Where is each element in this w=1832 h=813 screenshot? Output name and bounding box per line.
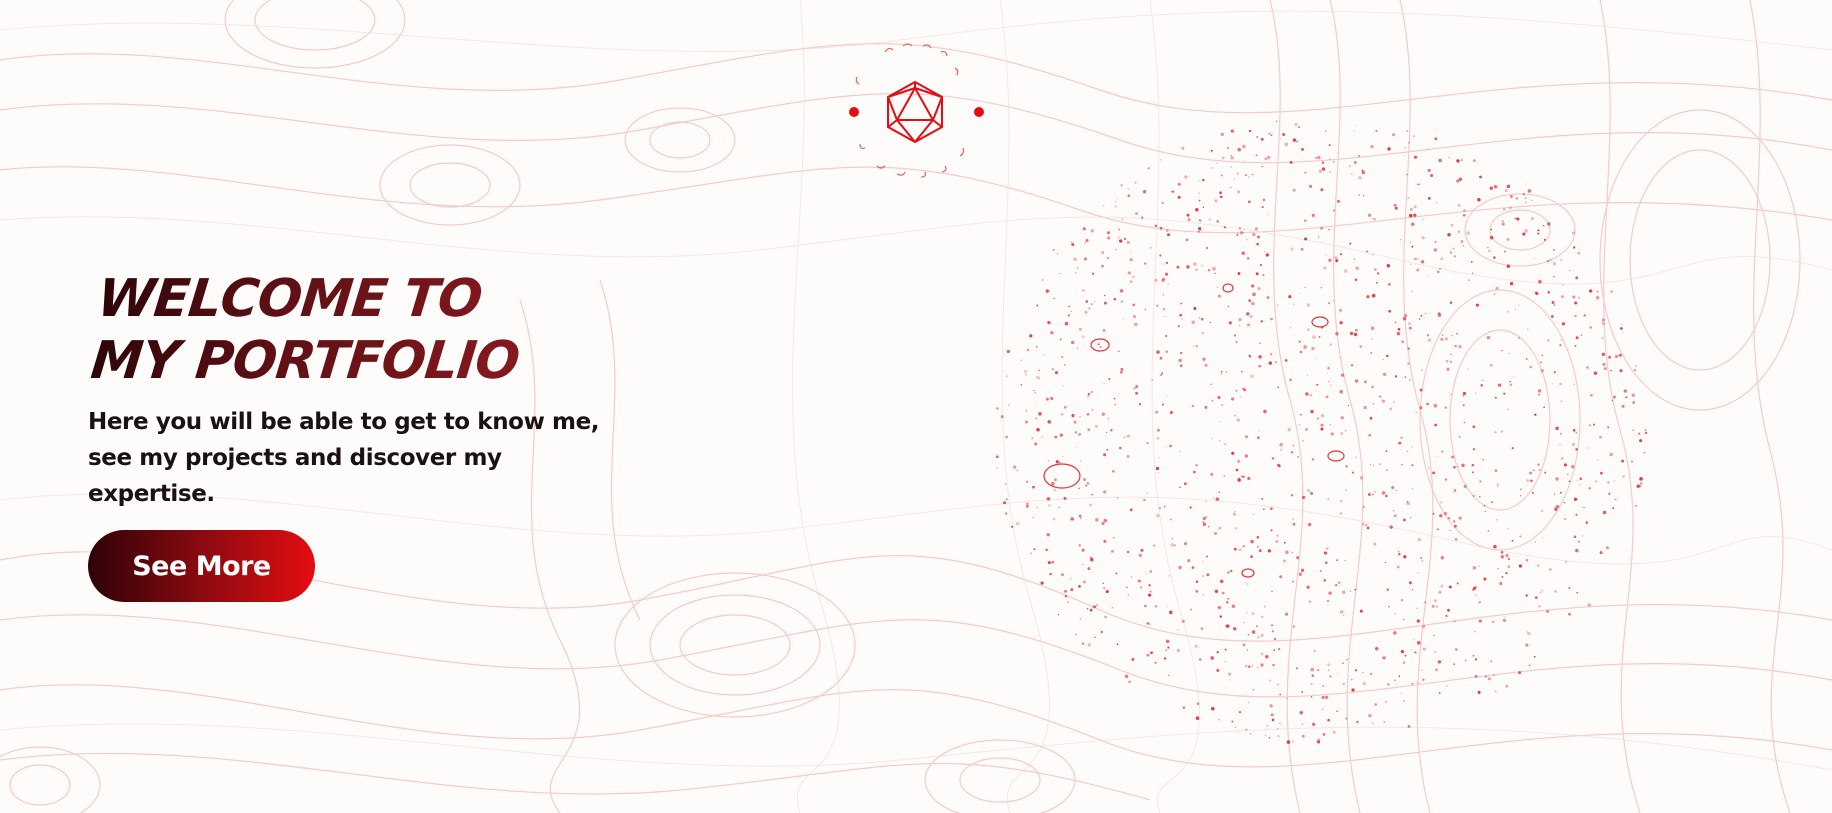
logo-dot-left	[849, 107, 859, 117]
hero-subtitle: Here you will be able to get to know me,…	[88, 409, 600, 507]
hero-title: Welcome to my portfolio	[88, 268, 561, 392]
logo-ring	[855, 43, 965, 178]
see-more-button[interactable]: See More	[88, 530, 315, 602]
icosahedron-logo[interactable]	[845, 40, 985, 180]
hero-section: Welcome to my portfolio Here you will be…	[88, 268, 688, 512]
portfolio-landing-page: Welcome to my portfolio Here you will be…	[0, 0, 1832, 813]
logo-dot-right	[974, 107, 984, 117]
icosahedron-icon	[887, 80, 943, 144]
